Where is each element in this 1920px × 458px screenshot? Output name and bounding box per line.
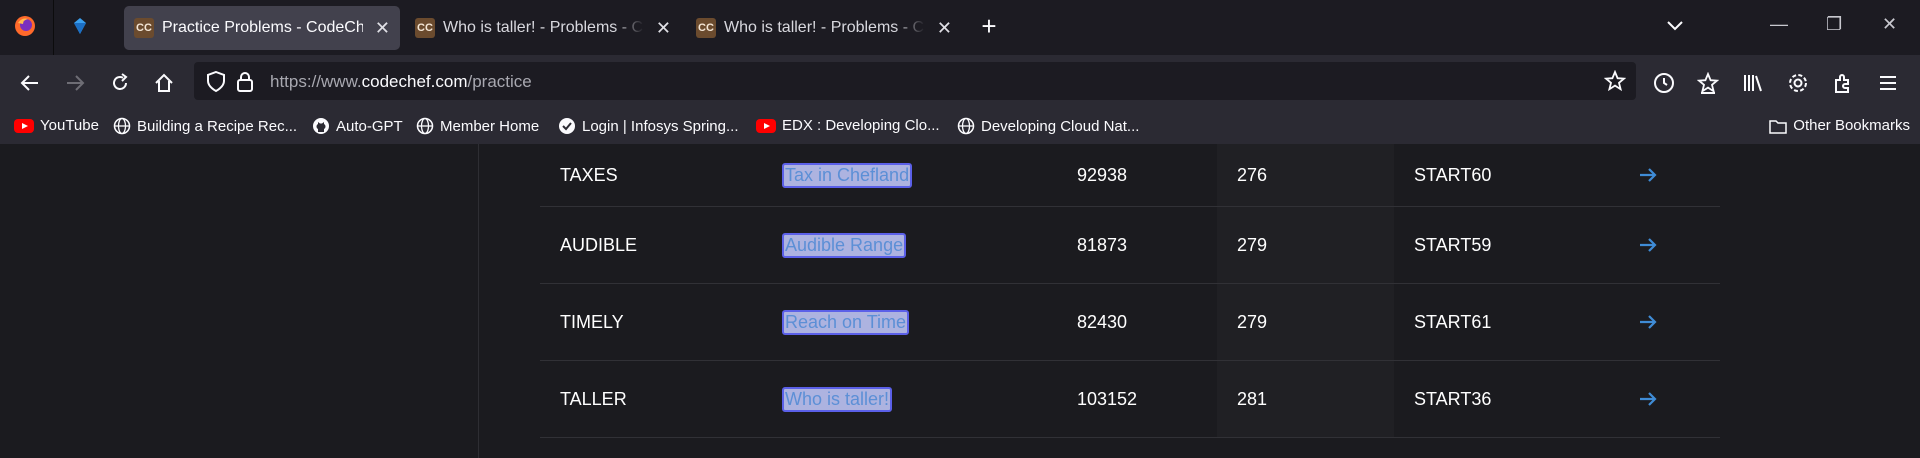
problem-contest: START60 <box>1414 164 1492 185</box>
infosys-springboard-icon <box>558 117 576 135</box>
tab-title: Practice Problems - CodeChef <box>162 19 363 36</box>
tab-title: Who is taller! - Problems - CodeChef <box>443 19 644 36</box>
bookmark-edx-developing-cloud[interactable]: EDX : Developing Clo... <box>756 117 940 134</box>
tab-who-is-taller-2[interactable]: CC Who is taller! - Problems - CodeChef … <box>686 6 962 50</box>
codechef-favicon-icon: CC <box>134 18 154 38</box>
problem-submissions: 81873 <box>1077 234 1128 255</box>
globe-icon <box>113 117 131 135</box>
firefox-menu-icon[interactable] <box>12 13 38 39</box>
problem-contest: START59 <box>1414 234 1492 255</box>
youtube-icon <box>14 118 34 133</box>
close-tab-icon[interactable]: ✕ <box>937 18 952 39</box>
problem-name-cell: Who is taller! <box>782 361 893 437</box>
close-tab-icon[interactable]: ✕ <box>375 18 390 39</box>
restore-icon[interactable]: ❐ <box>1826 14 1842 35</box>
bookmark-label: Member Home <box>440 117 540 135</box>
problem-rating: 281 <box>1217 361 1394 437</box>
problem-submissions: 103152 <box>1077 388 1138 409</box>
arrow-right-icon[interactable] <box>1638 361 1658 437</box>
back-icon[interactable] <box>14 67 46 99</box>
forward-icon[interactable] <box>59 67 91 99</box>
history-icon[interactable] <box>1648 67 1680 99</box>
problem-code: TALLER <box>560 388 627 409</box>
problem-name-cell: Tax in Chefland <box>782 144 913 206</box>
bookmark-member-home[interactable]: Member Home <box>416 117 539 135</box>
globe-icon <box>957 117 975 135</box>
url-text[interactable]: https://www.codechef.com/practice <box>270 72 532 92</box>
arrow-right-icon[interactable] <box>1638 207 1658 283</box>
shield-icon[interactable] <box>206 70 226 98</box>
problem-contest: START61 <box>1414 311 1492 332</box>
problems-table: TAXES Tax in Chefland 92938 276 START60 … <box>540 144 1720 438</box>
problem-rating: 279 <box>1217 284 1394 360</box>
bookmark-label: Auto-GPT <box>336 117 403 135</box>
library-icon[interactable] <box>1737 67 1769 99</box>
problem-rating: 276 <box>1217 144 1394 206</box>
page-content: TAXES Tax in Chefland 92938 276 START60 … <box>0 144 1920 458</box>
gem-icon[interactable] <box>67 13 93 39</box>
bookmark-label: YouTube <box>40 117 99 134</box>
url-scheme: https://www. <box>270 72 362 91</box>
other-bookmarks[interactable]: Other Bookmarks <box>1769 117 1910 134</box>
sidebar-divider <box>478 144 479 458</box>
settings-gear-icon[interactable] <box>1782 67 1814 99</box>
close-window-icon[interactable]: ✕ <box>1882 14 1897 35</box>
bookmark-label: Other Bookmarks <box>1793 117 1910 134</box>
codechef-favicon-icon: CC <box>696 18 716 38</box>
problem-name-link[interactable]: Audible Range <box>782 232 907 258</box>
bookmark-developing-cloud-native[interactable]: Developing Cloud Nat... <box>957 117 1139 135</box>
problem-name-cell: Audible Range <box>782 207 907 283</box>
problem-code: AUDIBLE <box>560 234 638 255</box>
close-tab-icon[interactable]: ✕ <box>656 18 671 39</box>
bookmark-label: Login | Infosys Spring... <box>582 117 739 135</box>
lock-icon[interactable] <box>236 71 254 98</box>
table-row[interactable]: TIMELY Reach on Time 82430 279 START61 <box>540 284 1720 361</box>
url-path: /practice <box>467 72 532 91</box>
tab-who-is-taller-1[interactable]: CC Who is taller! - Problems - CodeChef … <box>405 6 681 50</box>
bookmark-label: EDX : Developing Clo... <box>782 117 940 134</box>
bookmark-infosys-springboard[interactable]: Login | Infosys Spring... <box>558 117 738 135</box>
bookmarks-toolbar: YouTube Building a Recipe Rec... Auto-GP… <box>0 110 1920 145</box>
bookmark-star-icon[interactable] <box>1603 69 1627 97</box>
bookmark-recipe[interactable]: Building a Recipe Rec... <box>113 117 297 135</box>
bookmark-auto-gpt[interactable]: Auto-GPT <box>312 117 403 135</box>
problem-name-link[interactable]: Who is taller! <box>782 386 893 412</box>
list-all-tabs-icon[interactable] <box>1662 13 1688 39</box>
bookmark-label: Developing Cloud Nat... <box>981 117 1140 135</box>
problem-submissions: 82430 <box>1077 311 1128 332</box>
folder-icon <box>1769 118 1788 134</box>
title-bar: CC Practice Problems - CodeChef ✕ CC Who… <box>0 0 1920 55</box>
table-row[interactable]: AUDIBLE Audible Range 81873 279 START59 <box>540 207 1720 284</box>
new-tab-icon[interactable]: + <box>976 11 1002 41</box>
arrow-right-icon[interactable] <box>1638 284 1658 360</box>
youtube-icon <box>756 118 776 133</box>
tab-practice-problems[interactable]: CC Practice Problems - CodeChef ✕ <box>124 6 400 50</box>
github-icon <box>312 117 330 135</box>
problem-name-link[interactable]: Tax in Chefland <box>782 162 913 188</box>
bookmarks-sidebar-icon[interactable] <box>1692 67 1724 99</box>
arrow-right-icon[interactable] <box>1638 144 1658 206</box>
table-row[interactable]: TAXES Tax in Chefland 92938 276 START60 <box>540 144 1720 207</box>
problem-contest: START36 <box>1414 388 1492 409</box>
globe-icon <box>416 117 434 135</box>
codechef-favicon-icon: CC <box>415 18 435 38</box>
url-host: codechef.com <box>361 72 468 91</box>
problem-code: TIMELY <box>560 311 624 332</box>
tab-title: Who is taller! - Problems - CodeChef <box>724 19 925 36</box>
problem-code: TAXES <box>560 164 618 185</box>
problem-name-cell: Reach on Time <box>782 284 910 360</box>
problem-rating: 279 <box>1217 207 1394 283</box>
problem-name-link[interactable]: Reach on Time <box>782 309 910 335</box>
url-bar[interactable]: https://www.codechef.com/practice <box>194 62 1636 100</box>
app-menu-icon[interactable] <box>1872 67 1904 99</box>
bookmark-youtube[interactable]: YouTube <box>14 117 99 134</box>
problem-submissions: 92938 <box>1077 164 1128 185</box>
home-icon[interactable] <box>148 67 180 99</box>
extensions-icon[interactable] <box>1827 67 1859 99</box>
minimize-icon[interactable]: — <box>1770 14 1788 35</box>
reload-icon[interactable] <box>104 67 136 99</box>
table-row[interactable]: TALLER Who is taller! 103152 281 START36 <box>540 361 1720 438</box>
bookmark-label: Building a Recipe Rec... <box>137 117 298 135</box>
